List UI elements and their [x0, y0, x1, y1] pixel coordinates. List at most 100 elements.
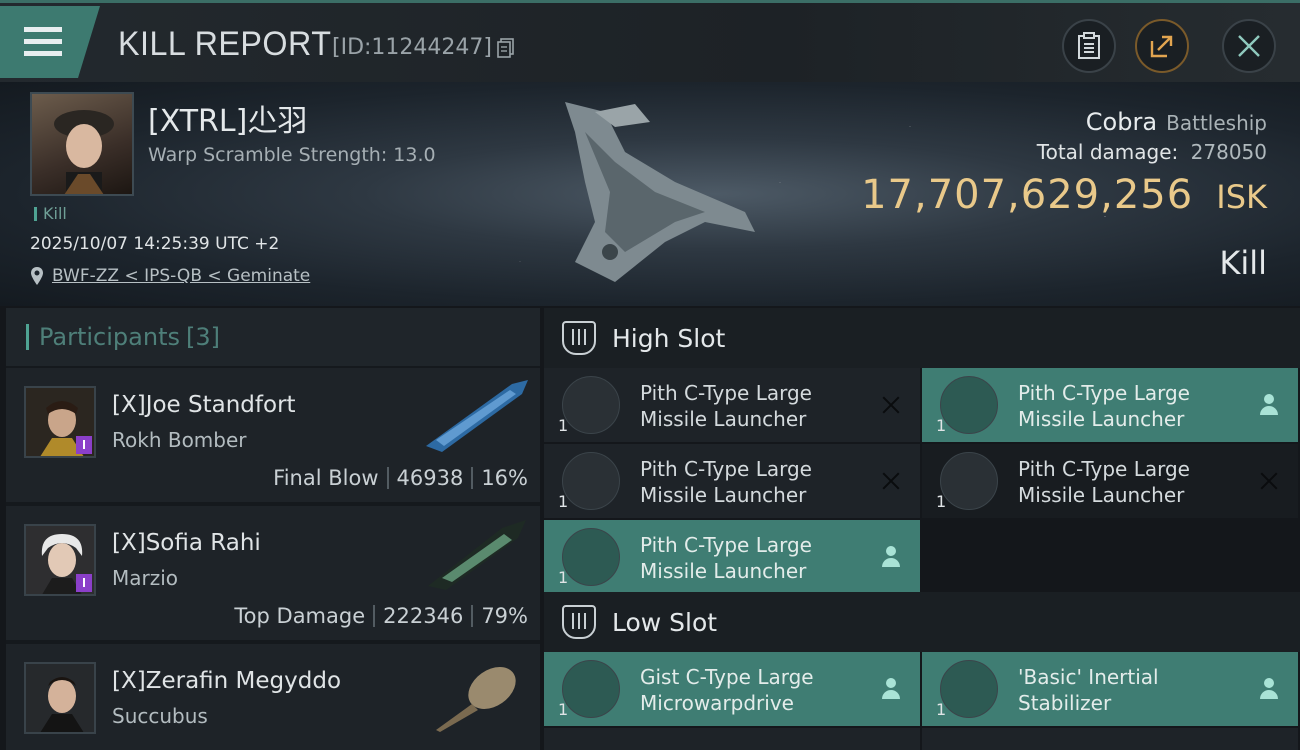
low-slot-icon [562, 605, 596, 639]
module-item[interactable]: 1 Pith C-Type Large Missile Launcher [544, 368, 920, 442]
module-name: Gist C-Type Large Microwarpdrive [640, 665, 814, 715]
missile-launcher-icon [940, 376, 998, 434]
warp-scramble-strength: Warp Scramble Strength: 13.0 [148, 144, 436, 166]
total-damage-label: Total damage: [1036, 140, 1179, 164]
corp-badge-icon [76, 436, 92, 454]
page-title: KILL REPORT [118, 25, 332, 63]
clipboard-icon [1078, 32, 1100, 59]
kill-status: Kill [1219, 244, 1267, 282]
participant-row[interactable]: [X]Zerafin Megyddo Succubus [6, 644, 540, 750]
destroyed-icon [1258, 470, 1280, 492]
participant-stats: Top Damage 222346 79% [234, 604, 528, 628]
ship-name[interactable]: Cobra [1086, 108, 1157, 136]
module-quantity: 1 [558, 492, 569, 511]
missile-launcher-icon [562, 528, 620, 586]
participant-percent: 79% [481, 604, 528, 628]
module-item[interactable]: 1 Gist C-Type Large Microwarpdrive [544, 652, 920, 726]
menu-icon [24, 27, 62, 57]
missile-launcher-icon [940, 452, 998, 510]
avatar[interactable] [24, 662, 96, 734]
total-damage: Total damage: 278050 [1037, 140, 1267, 164]
share-button[interactable] [1135, 19, 1189, 73]
clipboard-button[interactable] [1062, 19, 1116, 73]
victim-banner: [XTRL]尐羽 Warp Scramble Strength: 13.0 Ki… [0, 82, 1300, 306]
low-slot-title: Low Slot [612, 607, 718, 637]
participant-stats: Final Blow 46938 16% [273, 466, 528, 490]
high-slot-header: High Slot [544, 308, 1300, 368]
menu-button[interactable] [0, 6, 100, 78]
module-quantity: 1 [558, 568, 569, 587]
participant-name[interactable]: [X]Sofia Rahi [112, 530, 261, 556]
copy-icon[interactable] [497, 38, 515, 58]
microwarpdrive-icon [562, 660, 620, 718]
victim-ship-image[interactable] [555, 92, 765, 292]
dropped-person-icon [1258, 678, 1280, 700]
fitting-panel: High Slot 1 Pith C-Type Large Missile Lau… [544, 308, 1300, 750]
module-name: Pith C-Type Large Missile Launcher [640, 381, 812, 431]
location-pin-icon [31, 267, 43, 285]
module-name: Pith C-Type Large Missile Launcher [1018, 381, 1190, 431]
participants-count: [3] [185, 323, 220, 351]
total-damage-value: 278050 [1190, 140, 1267, 164]
participant-percent: 16% [481, 466, 528, 490]
avatar[interactable] [24, 386, 96, 458]
avatar[interactable] [24, 524, 96, 596]
module-quantity: 1 [936, 492, 947, 511]
destroyed-icon [880, 394, 902, 416]
module-name: 'Basic' Inertial Stabilizer [1018, 665, 1159, 715]
module-item[interactable]: 1 Pith C-Type Large Missile Launcher [544, 520, 920, 594]
ship-class: Battleship [1166, 111, 1267, 135]
module-item[interactable]: 1 'Basic' Inertial Stabilizer [922, 652, 1298, 726]
high-slot-title: High Slot [612, 323, 726, 353]
kill-id: [ID:11244247] [332, 35, 492, 60]
module-item[interactable]: 1 Pith C-Type Large Missile Launcher [922, 368, 1298, 442]
dropped-person-icon [880, 678, 902, 700]
participant-row[interactable]: [X]Sofia Rahi Marzio Top Damage 222346 79% [6, 506, 540, 640]
participants-title: Participants [39, 323, 180, 351]
module-item-partial[interactable] [922, 728, 1298, 750]
top-damage-label: Top Damage [234, 604, 366, 628]
participant-ship-image[interactable] [422, 376, 532, 456]
victim-avatar [54, 110, 114, 194]
missile-launcher-icon [562, 376, 620, 434]
isk-value: 17,707,629,256 ISK [861, 172, 1267, 218]
participants-panel: Participants [3] [X]Joe Standfort Rokh B… [6, 308, 540, 750]
participant-name[interactable]: [X]Joe Standfort [112, 392, 296, 418]
victim-ship: Cobra Battleship [1086, 108, 1267, 136]
participant-ship: Rokh Bomber [112, 428, 247, 452]
kill-tag: Kill [34, 204, 67, 223]
dropped-person-icon [1258, 394, 1280, 416]
high-slot-icon [562, 321, 596, 355]
module-item[interactable]: 1 Pith C-Type Large Missile Launcher [922, 444, 1298, 518]
participant-ship: Marzio [112, 566, 179, 590]
module-quantity: 1 [936, 416, 947, 435]
low-slot-header: Low Slot [544, 592, 1300, 652]
missile-launcher-icon [562, 452, 620, 510]
participant-name[interactable]: [X]Zerafin Megyddo [112, 668, 341, 694]
module-quantity: 1 [558, 416, 569, 435]
victim-portrait[interactable] [30, 92, 134, 196]
corp-badge-icon [76, 574, 92, 592]
participant-ship-image[interactable] [422, 652, 532, 732]
destroyed-icon [880, 470, 902, 492]
module-item[interactable]: 1 Pith C-Type Large Missile Launcher [544, 444, 920, 518]
module-quantity: 1 [936, 700, 947, 719]
close-icon [1238, 35, 1260, 57]
module-item-partial[interactable] [544, 728, 920, 750]
share-icon [1150, 35, 1173, 58]
participants-header: Participants [3] [6, 308, 540, 366]
kill-datetime: 2025/10/07 14:25:39 UTC +2 [30, 234, 280, 254]
victim-name[interactable]: [XTRL]尐羽 [148, 96, 307, 140]
participant-ship-image[interactable] [422, 514, 532, 594]
final-blow-label: Final Blow [273, 466, 379, 490]
location-link[interactable]: BWF-ZZ < IPS-QB < Geminate [52, 266, 310, 286]
kill-location[interactable]: BWF-ZZ < IPS-QB < Geminate [30, 266, 310, 286]
participant-row[interactable]: [X]Joe Standfort Rokh Bomber Final Blow 4… [6, 368, 540, 502]
close-button[interactable] [1222, 19, 1276, 73]
isk-amount: 17,707,629,256 [861, 172, 1194, 218]
participant-damage: 46938 [396, 466, 464, 490]
inertial-stabilizer-icon [940, 660, 998, 718]
dropped-person-icon [880, 546, 902, 568]
module-quantity: 1 [558, 700, 569, 719]
participant-ship: Succubus [112, 704, 208, 728]
